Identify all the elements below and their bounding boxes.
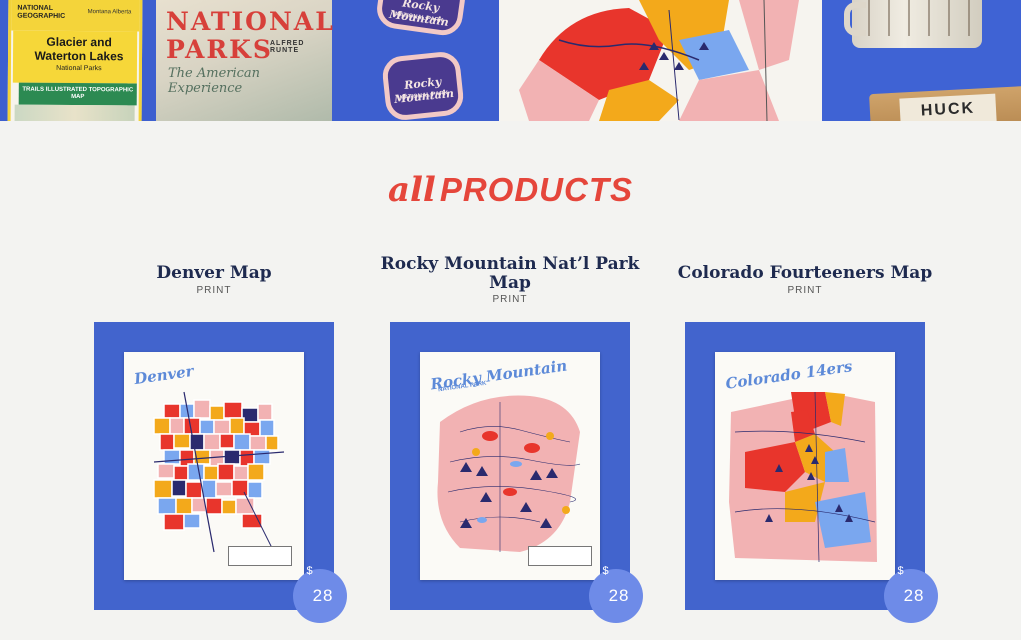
product-type: PRINT bbox=[787, 285, 823, 296]
price-badge[interactable]: $28 bbox=[884, 565, 938, 623]
map-print: Colorado 14ers bbox=[715, 352, 895, 580]
hero-image-map bbox=[499, 0, 822, 121]
map-legend bbox=[228, 546, 292, 566]
product-image[interactable]: Rocky Mountain NATIONAL PARK $28 bbox=[390, 322, 643, 623]
price-value: 28 bbox=[608, 586, 630, 605]
section-title-script: all bbox=[387, 170, 436, 210]
coffee-bag: HUCK bbox=[869, 85, 1021, 121]
product-type: PRINT bbox=[492, 294, 528, 305]
product-type: PRINT bbox=[196, 285, 232, 296]
price-value: 28 bbox=[903, 586, 925, 605]
publisher-logo: NATIONAL GEOGRAPHIC bbox=[17, 4, 66, 20]
hero-banner: NATIONAL GEOGRAPHIC Montana Alberta Glac… bbox=[0, 0, 1021, 121]
product-image[interactable]: Denver $28 bbox=[94, 322, 347, 623]
park-sticker: Rocky Mountain NATIONAL PARK bbox=[374, 0, 468, 38]
book-author: ALFRED RUNTE bbox=[270, 40, 305, 54]
section-title-main: PRODUCTS bbox=[439, 171, 634, 208]
national-parks-book: NATIONAL PARKS ALFRED RUNTE The American… bbox=[156, 0, 335, 121]
mug bbox=[852, 0, 982, 48]
map-legend bbox=[528, 546, 592, 566]
park-sticker: Rocky Mountain NATIONAL PARK bbox=[380, 50, 466, 121]
map-print: Rocky Mountain NATIONAL PARK bbox=[420, 352, 600, 580]
price-badge[interactable]: $28 bbox=[589, 565, 643, 623]
hero-image-books: NATIONAL GEOGRAPHIC Montana Alberta Glac… bbox=[0, 0, 499, 121]
book-title: NATIONAL PARKS bbox=[166, 7, 335, 64]
price-currency: $ bbox=[306, 565, 313, 577]
book-title: Glacier and Waterton Lakes bbox=[34, 34, 124, 64]
product-title[interactable]: Colorado Fourteeners Map bbox=[665, 264, 945, 283]
price-badge[interactable]: $28 bbox=[293, 565, 347, 623]
price-currency: $ bbox=[897, 565, 904, 577]
hero-image-mug: HUCK bbox=[822, 0, 1021, 121]
book-subtitle: The American Experience bbox=[168, 66, 261, 96]
product-title[interactable]: Denver Map bbox=[74, 264, 354, 283]
trail-map-book: NATIONAL GEOGRAPHIC Montana Alberta Glac… bbox=[7, 0, 143, 121]
product-image[interactable]: Colorado 14ers $28 bbox=[685, 322, 938, 623]
price-currency: $ bbox=[602, 565, 609, 577]
price-value: 28 bbox=[312, 586, 334, 605]
product-title[interactable]: Rocky Mountain Nat’l Park Map bbox=[370, 255, 650, 293]
section-heading: all PRODUCTS bbox=[0, 170, 1021, 210]
map-print: Denver bbox=[124, 352, 304, 580]
